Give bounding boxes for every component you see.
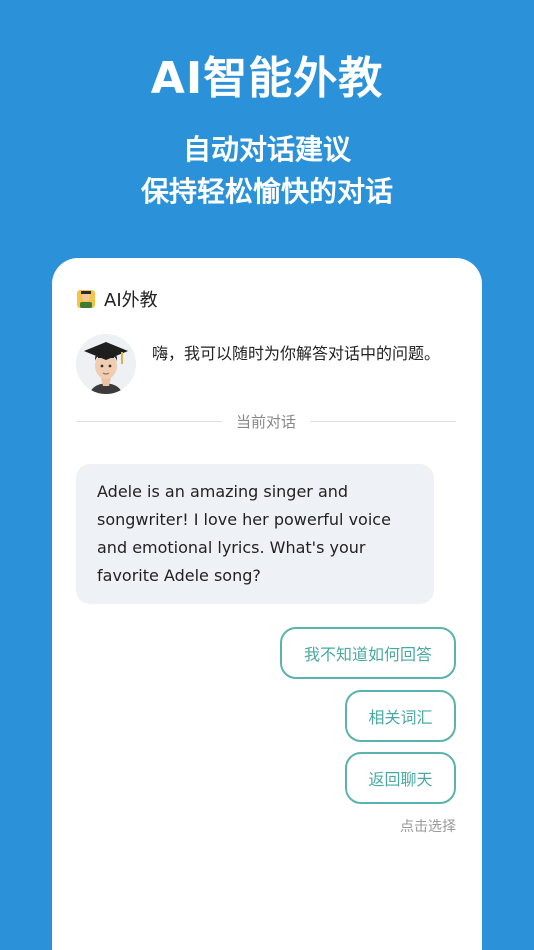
select-hint: 点击选择 (400, 819, 456, 835)
hero-subtitle-line2: 保持轻松愉快的对话 (140, 175, 393, 208)
suggestion-dont-know-button[interactable]: 我不知道如何回答 (280, 627, 456, 679)
divider-line-left (76, 420, 222, 422)
hero-title: AI智能外教 (150, 53, 384, 104)
suggestion-back-to-chat-button[interactable]: 返回聊天 (345, 752, 456, 804)
divider-line-right (310, 420, 457, 422)
card-header: AI外教 (76, 286, 158, 312)
greeting-text: 嗨，我可以随时为你解答对话中的问题。 (152, 344, 441, 363)
chat-card: AI外教 嗨，我可以随时为你解答对话中的问题。 当前对话 Adele is an… (52, 258, 482, 950)
hero-subtitle-line1: 自动对话建议 (182, 133, 351, 166)
card-title: AI外教 (104, 290, 158, 311)
tutor-avatar (76, 334, 136, 394)
conversation-divider: 当前对话 (76, 411, 457, 431)
teacher-icon (76, 289, 96, 309)
suggestion-vocabulary-button[interactable]: 相关词汇 (345, 690, 456, 742)
divider-label: 当前对话 (236, 412, 297, 431)
ai-message-bubble: Adele is an amazing singer and songwrite… (76, 464, 434, 604)
